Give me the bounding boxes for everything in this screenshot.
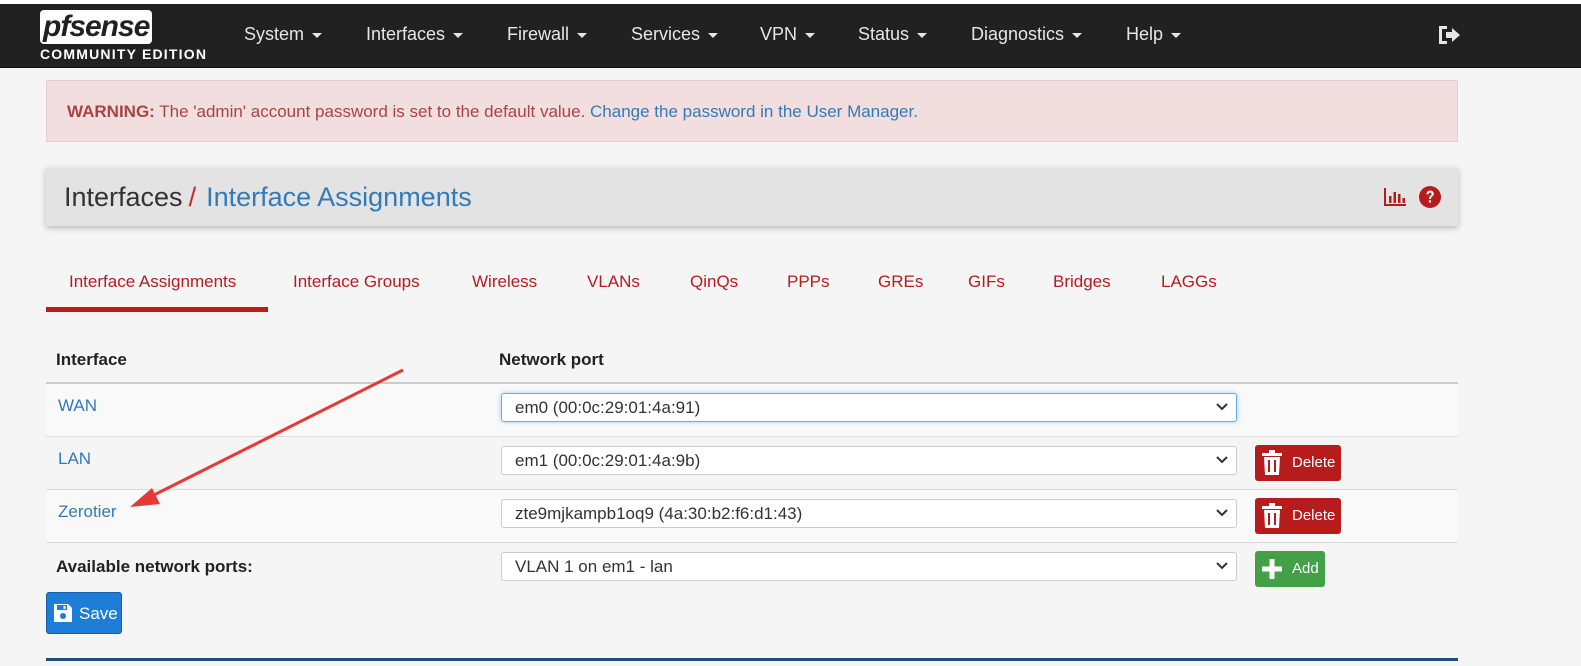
- tab-interface-assignments[interactable]: Interface Assignments: [69, 272, 236, 292]
- table-row-zerotier: Zerotier zte9mjkampb1oq9 (4a:30:b2:f6:d1…: [46, 490, 1458, 543]
- nav-system[interactable]: System: [244, 24, 323, 45]
- caret-down-icon: [1072, 32, 1083, 38]
- tab-bridges[interactable]: Bridges: [1053, 272, 1111, 292]
- top-navbar: pfsense COMMUNITY EDITION System Interfa…: [0, 4, 1581, 68]
- nav-diagnostics[interactable]: Diagnostics: [971, 24, 1083, 45]
- floppy-disk-icon: [54, 604, 72, 622]
- active-tab-indicator: [46, 307, 268, 312]
- available-ports-label: Available network ports:: [56, 557, 253, 576]
- sign-out-icon[interactable]: [1436, 24, 1462, 46]
- tab-laggs[interactable]: LAGGs: [1161, 272, 1217, 292]
- breadcrumb: Interfaces / Interface Assignments: [64, 182, 472, 213]
- tab-wireless[interactable]: Wireless: [472, 272, 537, 292]
- port-select-wan[interactable]: em0 (00:0c:29:01:4a:91): [501, 393, 1237, 422]
- nav-firewall-label: Firewall: [507, 24, 570, 44]
- caret-down-icon: [805, 32, 816, 38]
- tab-qinqs[interactable]: QinQs: [690, 272, 738, 292]
- nav-firewall[interactable]: Firewall: [507, 24, 588, 45]
- nav-diagnostics-label: Diagnostics: [971, 24, 1065, 44]
- port-select-value: zte9mjkampb1oq9 (4a:30:b2:f6:d1:43): [515, 504, 803, 523]
- logo-brand: pfsense: [40, 10, 153, 44]
- caret-down-icon: [312, 32, 323, 38]
- breadcrumb-panel: Interfaces / Interface Assignments: [46, 168, 1458, 226]
- chevron-down-icon: [1216, 403, 1228, 411]
- plus-icon: [1262, 559, 1282, 579]
- delete-lan-button[interactable]: Delete: [1255, 445, 1341, 481]
- table-row-wan: WAN em0 (00:0c:29:01:4a:91): [46, 384, 1458, 437]
- breadcrumb-interface-assignments[interactable]: Interface Assignments: [206, 182, 472, 212]
- logo-brand-text: pfsense: [40, 10, 153, 44]
- chevron-down-icon: [1216, 562, 1228, 570]
- add-interface-button[interactable]: Add: [1255, 551, 1325, 587]
- warning-text: The 'admin' account password is set to t…: [154, 102, 591, 121]
- interface-link-wan[interactable]: WAN: [58, 396, 97, 416]
- nav-services[interactable]: Services: [631, 24, 719, 45]
- save-label: Save: [79, 604, 118, 623]
- tab-ppps[interactable]: PPPs: [787, 272, 830, 292]
- nav-help[interactable]: Help: [1126, 24, 1182, 45]
- breadcrumb-separator: /: [188, 182, 197, 212]
- pfsense-logo[interactable]: pfsense COMMUNITY EDITION: [40, 8, 220, 66]
- nav-vpn[interactable]: VPN: [760, 24, 816, 45]
- default-password-warning: WARNING: The 'admin' account password is…: [46, 80, 1458, 142]
- interface-tabs: Interface Assignments Interface Groups W…: [46, 260, 1458, 312]
- port-select-value: em0 (00:0c:29:01:4a:91): [515, 398, 701, 417]
- trash-icon: [1262, 503, 1282, 528]
- delete-zerotier-button[interactable]: Delete: [1255, 498, 1341, 534]
- delete-label: Delete: [1292, 507, 1336, 524]
- interface-link-zerotier[interactable]: Zerotier: [58, 502, 117, 522]
- nav-status-label: Status: [858, 24, 910, 44]
- table-row-lan: LAN em1 (00:0c:29:01:4a:9b) Delete: [46, 437, 1458, 490]
- nav-status[interactable]: Status: [858, 24, 928, 45]
- header-network-port: Network port: [499, 350, 604, 369]
- caret-down-icon: [453, 32, 464, 38]
- caret-down-icon: [1171, 32, 1182, 38]
- available-port-select[interactable]: VLAN 1 on em1 - lan: [501, 552, 1237, 581]
- table-row-available-ports: Available network ports: VLAN 1 on em1 -…: [46, 543, 1458, 595]
- trash-icon: [1262, 450, 1282, 475]
- question-circle-icon[interactable]: [1418, 185, 1442, 209]
- logo-edition: COMMUNITY EDITION: [40, 46, 208, 62]
- nav-help-label: Help: [1126, 24, 1164, 44]
- warning-label: WARNING:: [67, 102, 155, 121]
- bar-chart-icon[interactable]: [1383, 186, 1407, 208]
- caret-down-icon: [577, 32, 588, 38]
- port-select-zerotier[interactable]: zte9mjkampb1oq9 (4a:30:b2:f6:d1:43): [501, 499, 1237, 528]
- port-select-value: em1 (00:0c:29:01:4a:9b): [515, 451, 701, 470]
- delete-label: Delete: [1292, 454, 1336, 471]
- user-manager-link[interactable]: Change the password in the User Manager.: [590, 102, 918, 121]
- nav-vpn-label: VPN: [760, 24, 798, 44]
- chevron-down-icon: [1216, 456, 1228, 464]
- caret-down-icon: [708, 32, 719, 38]
- breadcrumb-interfaces: Interfaces: [64, 182, 183, 212]
- interface-link-lan[interactable]: LAN: [58, 449, 91, 469]
- nav-services-label: Services: [631, 24, 701, 44]
- chevron-down-icon: [1216, 509, 1228, 517]
- nav-interfaces[interactable]: Interfaces: [366, 24, 464, 45]
- caret-down-icon: [917, 32, 928, 38]
- save-button[interactable]: Save: [46, 592, 122, 634]
- tab-gres[interactable]: GREs: [878, 272, 923, 292]
- tab-vlans[interactable]: VLANs: [587, 272, 640, 292]
- nav-system-label: System: [244, 24, 305, 44]
- tab-interface-groups[interactable]: Interface Groups: [293, 272, 420, 292]
- add-label: Add: [1292, 560, 1319, 577]
- port-select-value: VLAN 1 on em1 - lan: [515, 557, 673, 576]
- nav-interfaces-label: Interfaces: [366, 24, 446, 44]
- panel-bottom-border: [46, 658, 1458, 661]
- port-select-lan[interactable]: em1 (00:0c:29:01:4a:9b): [501, 446, 1237, 475]
- tab-gifs[interactable]: GIFs: [968, 272, 1005, 292]
- header-interface: Interface: [56, 350, 127, 369]
